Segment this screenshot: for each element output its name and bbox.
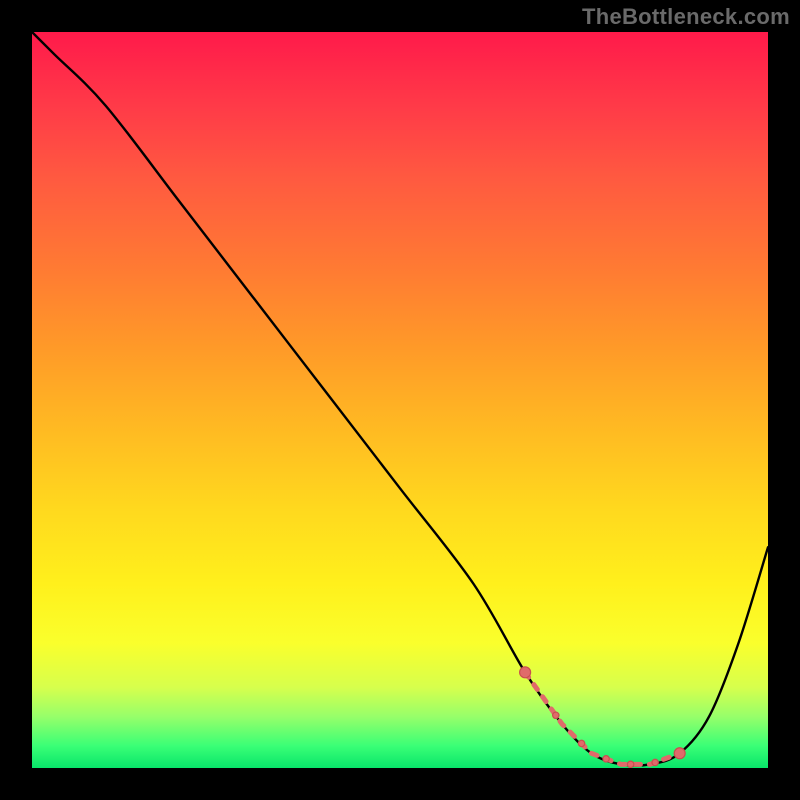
valley-dot — [603, 756, 609, 762]
valley-dot — [520, 667, 531, 678]
bottleneck-curve — [32, 32, 768, 766]
valley-dot — [553, 712, 559, 718]
watermark-text: TheBottleneck.com — [582, 4, 790, 30]
valley-dots — [520, 667, 686, 768]
valley-dot — [578, 740, 584, 746]
valley-dot — [674, 748, 685, 759]
curve-layer — [32, 32, 768, 768]
valley-dot — [652, 759, 658, 765]
plot-area — [32, 32, 768, 768]
valley-highlight — [525, 672, 680, 764]
valley-dot — [627, 761, 633, 767]
chart-frame: TheBottleneck.com — [0, 0, 800, 800]
